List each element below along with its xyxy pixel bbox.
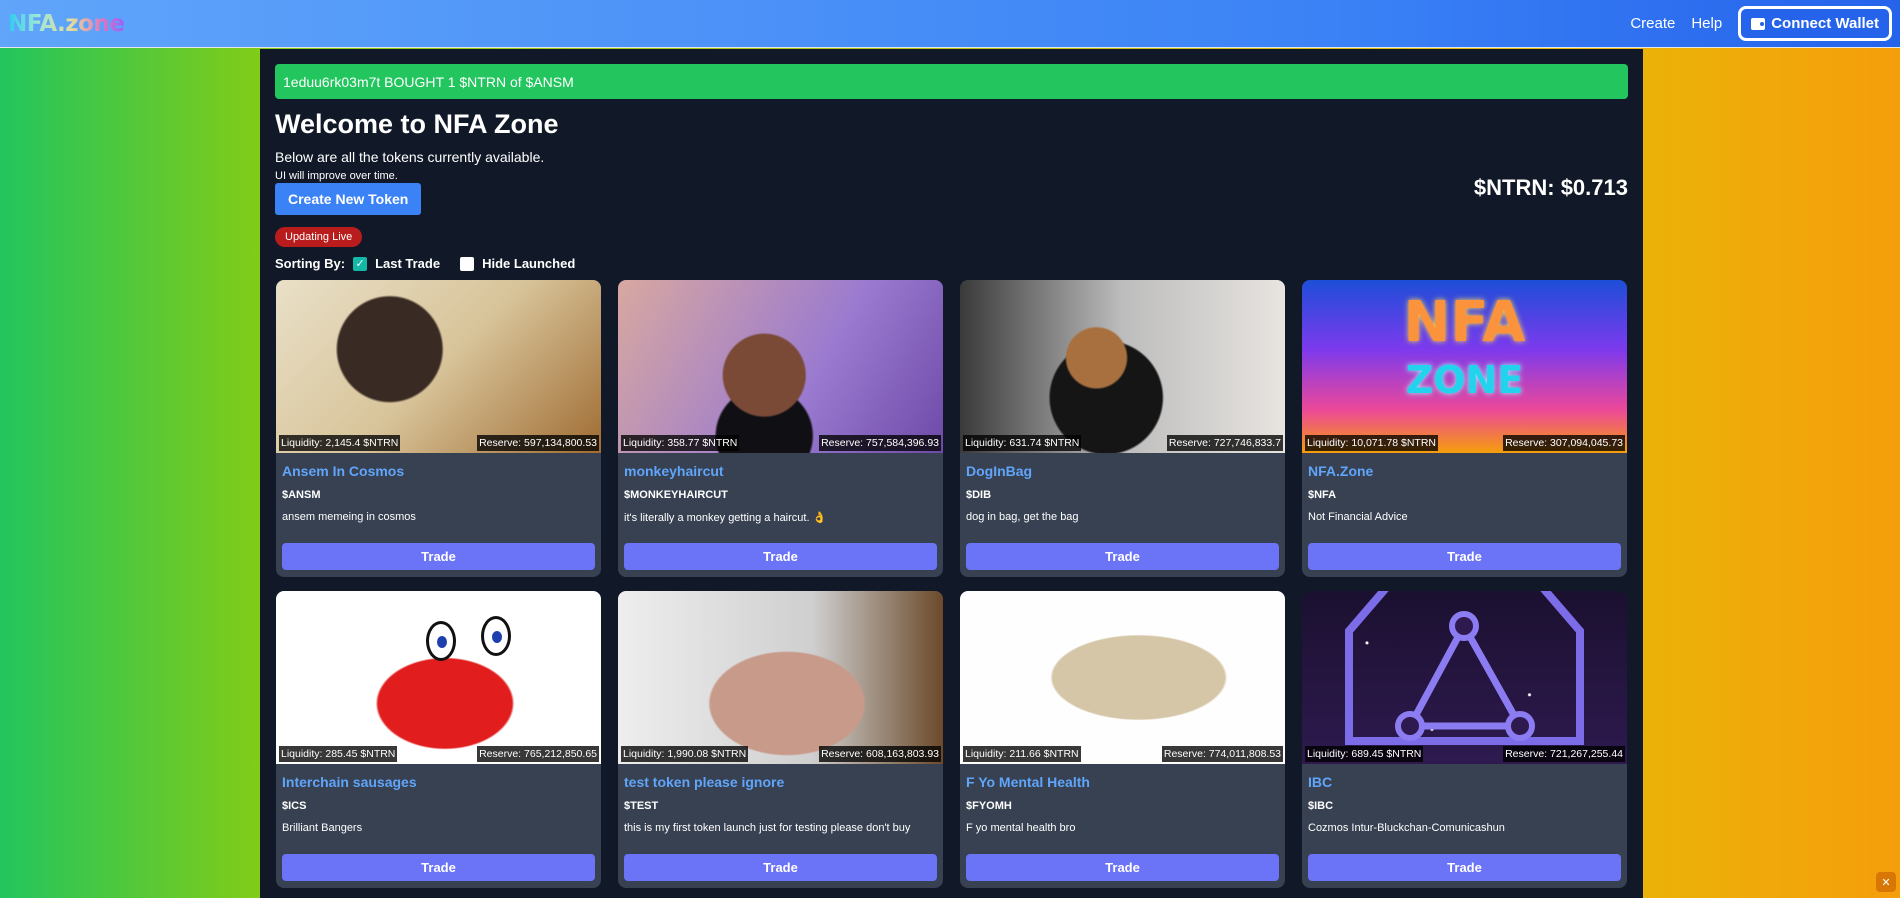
trade-button[interactable]: Trade — [282, 543, 595, 570]
token-card[interactable]: Liquidity: 2,145.4 $NTRN Reserve: 597,134… — [276, 280, 601, 577]
token-description: F yo mental health bro — [966, 822, 1076, 834]
token-image: NFA ZONE Liquidity: 10,071.78 $NTRN Reser… — [1302, 280, 1627, 453]
main-panel: 1eduu6rk03m7t BOUGHT 1 $NTRN of $ANSM We… — [260, 49, 1643, 898]
token-card[interactable]: Liquidity: 631.74 $NTRN Reserve: 727,746,… — [960, 280, 1285, 577]
token-card[interactable]: Liquidity: 211.66 $NTRN Reserve: 774,011,… — [960, 591, 1285, 888]
token-symbol: $ANSM — [282, 489, 321, 501]
ntrn-price: $NTRN: $0.713 — [1473, 175, 1628, 200]
token-image: Liquidity: 358.77 $NTRN Reserve: 757,584,… — [618, 280, 943, 453]
token-image: Liquidity: 689.45 $NTRN Reserve: 721,267,… — [1302, 591, 1627, 764]
reserve-label: Reserve: 774,011,808.53 — [1161, 746, 1283, 762]
token-grid: Liquidity: 2,145.4 $NTRN Reserve: 597,134… — [276, 280, 1628, 888]
page-title: Welcome to NFA Zone — [275, 109, 559, 139]
trade-button[interactable]: Trade — [282, 854, 595, 881]
token-name[interactable]: F Yo Mental Health — [966, 774, 1279, 790]
trade-button[interactable]: Trade — [624, 854, 937, 881]
sausage-eye — [426, 621, 456, 661]
token-symbol: $IBC — [1308, 800, 1334, 812]
liquidity-label: Liquidity: 358.77 $NTRN — [621, 435, 740, 451]
token-description: Cozmos Intur-Bluckchan-Comunicashun — [1308, 822, 1505, 834]
sausage-eye — [481, 616, 511, 656]
trade-ticker: 1eduu6rk03m7t BOUGHT 1 $NTRN of $ANSM — [275, 64, 1628, 99]
token-image: Liquidity: 2,145.4 $NTRN Reserve: 597,134… — [276, 280, 601, 453]
token-card[interactable]: NFA ZONE Liquidity: 10,071.78 $NTRN Reser… — [1302, 280, 1627, 577]
token-symbol: $DIB — [966, 489, 992, 501]
wallet-icon — [1751, 17, 1766, 30]
reserve-label: Reserve: 721,267,255.44 — [1503, 746, 1625, 762]
token-image: Liquidity: 211.66 $NTRN Reserve: 774,011,… — [960, 591, 1285, 764]
token-description: Brilliant Bangers — [282, 822, 363, 834]
token-card[interactable]: Liquidity: 285.45 $NTRN Reserve: 765,212,… — [276, 591, 601, 888]
token-description: ansem memeing in cosmos — [282, 511, 416, 523]
sorting-controls: Sorting By: ✓ Last Trade Hide Launched — [275, 256, 1628, 271]
token-name[interactable]: NFA.Zone — [1308, 463, 1621, 479]
token-description: dog in bag, get the bag — [966, 511, 1079, 523]
token-symbol: $NFA — [1308, 489, 1337, 501]
token-card[interactable]: Liquidity: 358.77 $NTRN Reserve: 757,584,… — [618, 280, 943, 577]
liquidity-label: Liquidity: 689.45 $NTRN — [1305, 746, 1424, 762]
trade-button[interactable]: Trade — [966, 854, 1279, 881]
nfa-art-title: NFA — [1403, 290, 1526, 355]
token-symbol: $TEST — [624, 800, 659, 812]
hide-launched-label[interactable]: Hide Launched — [482, 256, 575, 271]
site-logo[interactable]: NFA.zone — [8, 11, 125, 37]
trade-button[interactable]: Trade — [1308, 543, 1621, 570]
liquidity-label: Liquidity: 211.66 $NTRN — [963, 746, 1081, 762]
updating-live-badge: Updating Live — [275, 227, 363, 247]
token-description: this is my first token launch just for t… — [624, 822, 911, 834]
token-symbol: $MONKEYHAIRCUT — [624, 489, 728, 501]
liquidity-label: Liquidity: 631.74 $NTRN — [963, 435, 1082, 451]
trade-button[interactable]: Trade — [966, 543, 1279, 570]
nav-create-link[interactable]: Create — [1630, 15, 1675, 32]
liquidity-label: Liquidity: 2,145.4 $NTRN — [279, 435, 401, 451]
ibc-logo-icon — [1345, 591, 1584, 745]
connect-wallet-label: Connect Wallet — [1771, 15, 1879, 32]
token-image: Liquidity: 285.45 $NTRN Reserve: 765,212,… — [276, 591, 601, 764]
token-card[interactable]: Liquidity: 1,990.08 $NTRN Reserve: 608,16… — [618, 591, 943, 888]
reserve-label: Reserve: 727,746,833.7 — [1166, 435, 1283, 451]
token-name[interactable]: Interchain sausages — [282, 774, 595, 790]
token-name[interactable]: monkeyhaircut — [624, 463, 937, 479]
token-image: Liquidity: 1,990.08 $NTRN Reserve: 608,16… — [618, 591, 943, 764]
token-name[interactable]: DogInBag — [966, 463, 1279, 479]
nav-help-link[interactable]: Help — [1691, 15, 1722, 32]
token-symbol: $ICS — [282, 800, 307, 812]
reserve-label: Reserve: 757,584,396.93 — [819, 435, 941, 451]
last-trade-label[interactable]: Last Trade — [375, 256, 440, 271]
create-new-token-button[interactable]: Create New Token — [275, 183, 422, 215]
token-card[interactable]: Liquidity: 689.45 $NTRN Reserve: 721,267,… — [1302, 591, 1627, 888]
token-name[interactable]: Ansem In Cosmos — [282, 463, 595, 479]
help-widget-icon[interactable]: ✕ — [1876, 872, 1896, 892]
token-name[interactable]: test token please ignore — [624, 774, 937, 790]
hide-launched-checkbox[interactable] — [460, 256, 475, 271]
trade-button[interactable]: Trade — [624, 543, 937, 570]
reserve-label: Reserve: 608,163,803.93 — [819, 746, 941, 762]
reserve-label: Reserve: 307,094,045.73 — [1503, 435, 1625, 451]
token-name[interactable]: IBC — [1308, 774, 1621, 790]
nfa-art-subtitle: ZONE — [1405, 358, 1524, 402]
top-navbar: NFA.zone Create Help Connect Wallet — [0, 0, 1900, 48]
token-description: Not Financial Advice — [1308, 511, 1408, 523]
token-symbol: $FYOMH — [966, 800, 1012, 812]
token-description: it's literally a monkey getting a haircu… — [624, 512, 827, 524]
reserve-label: Reserve: 765,212,850.65 — [477, 746, 599, 762]
page-subtitle: Below are all the tokens currently avail… — [275, 149, 545, 165]
trade-button[interactable]: Trade — [1308, 854, 1621, 881]
liquidity-label: Liquidity: 10,071.78 $NTRN — [1305, 435, 1438, 451]
liquidity-label: Liquidity: 285.45 $NTRN — [279, 746, 398, 762]
reserve-label: Reserve: 597,134,800.53 — [477, 435, 599, 451]
nav-links: Create Help Connect Wallet — [1630, 6, 1892, 41]
sorting-label: Sorting By: — [275, 256, 346, 271]
last-trade-checkbox[interactable]: ✓ — [353, 256, 368, 271]
page-note: UI will improve over time. — [275, 170, 398, 182]
connect-wallet-button[interactable]: Connect Wallet — [1738, 6, 1892, 41]
liquidity-label: Liquidity: 1,990.08 $NTRN — [621, 746, 749, 762]
token-image: Liquidity: 631.74 $NTRN Reserve: 727,746,… — [960, 280, 1285, 453]
